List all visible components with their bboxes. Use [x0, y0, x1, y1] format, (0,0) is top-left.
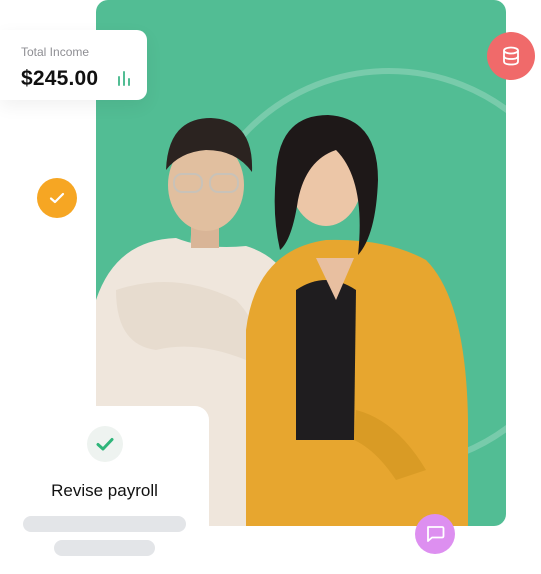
skeleton-line	[54, 540, 155, 556]
total-income-card: Total Income $245.00	[0, 30, 147, 100]
task-title: Revise payroll	[51, 481, 158, 500]
coins-button[interactable]	[487, 32, 535, 80]
chat-bubble-icon	[427, 526, 445, 542]
chat-button[interactable]	[415, 514, 455, 554]
skeleton-line	[23, 516, 186, 532]
bar-chart-icon	[118, 71, 130, 86]
task-check-badge	[87, 426, 123, 462]
income-label: Total Income	[21, 45, 90, 59]
check-button[interactable]	[37, 178, 77, 218]
task-card[interactable]: Revise payroll	[0, 406, 209, 574]
income-value: $245.00	[21, 67, 99, 90]
check-icon	[96, 438, 114, 451]
check-icon	[49, 192, 65, 204]
coins-icon	[503, 46, 519, 66]
